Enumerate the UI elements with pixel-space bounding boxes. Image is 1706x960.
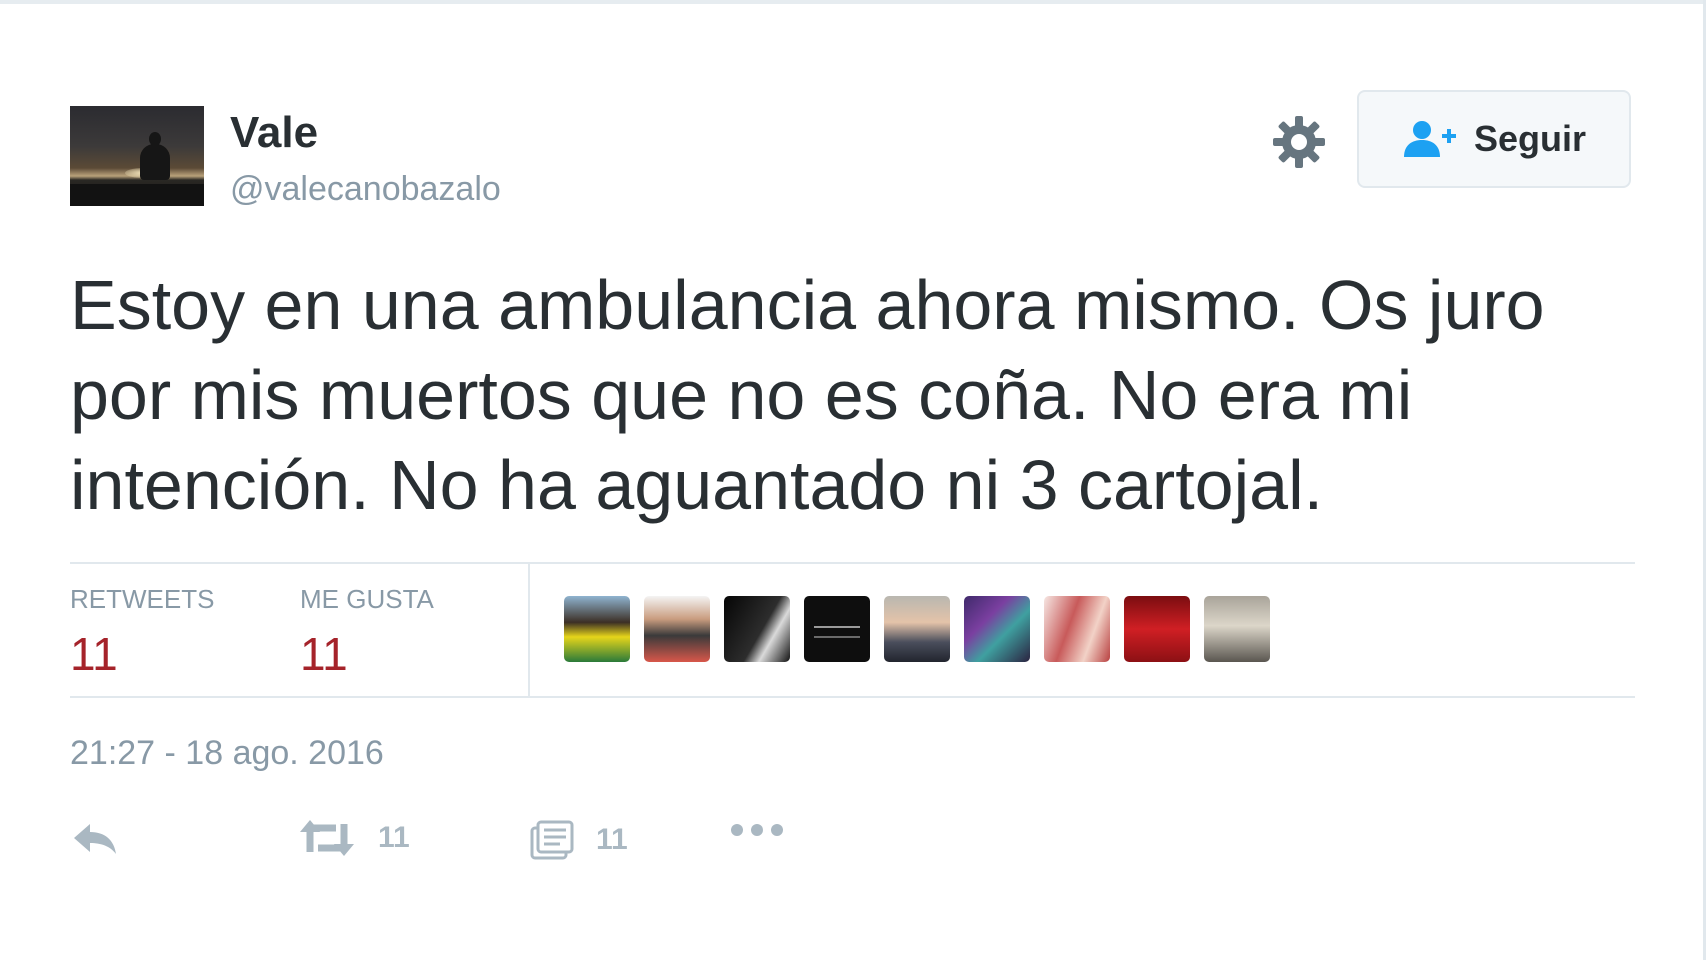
follow-button[interactable]: Seguir xyxy=(1357,90,1631,188)
liker-avatar[interactable] xyxy=(724,596,790,662)
liker-avatar[interactable] xyxy=(804,596,870,662)
more-icon xyxy=(731,824,783,836)
retweets-stat[interactable]: RETWEETS 11 xyxy=(70,584,214,681)
liker-avatar[interactable] xyxy=(1204,596,1270,662)
liker-avatar[interactable] xyxy=(1044,596,1110,662)
tweet-card: Vale @valecanobazalo Seguir Estoy en una… xyxy=(70,0,1635,960)
user-handle[interactable]: @valecanobazalo xyxy=(230,170,501,209)
liker-avatar[interactable] xyxy=(644,596,710,662)
liker-avatar[interactable] xyxy=(1124,596,1190,662)
likes-stat[interactable]: ME GUSTA 11 xyxy=(300,584,434,681)
retweets-label: RETWEETS xyxy=(70,584,215,614)
avatar[interactable] xyxy=(70,106,204,206)
avatar-figure-body xyxy=(140,144,170,180)
reply-button[interactable] xyxy=(70,818,120,858)
follow-button-label: Seguir xyxy=(1473,118,1587,159)
liker-avatar[interactable] xyxy=(564,596,630,662)
likes-label: ME GUSTA xyxy=(300,584,434,614)
avatar-ground xyxy=(70,184,204,206)
tweet-stats: RETWEETS 11 ME GUSTA 11 xyxy=(70,562,1635,698)
gear-icon[interactable] xyxy=(1270,113,1328,171)
more-button[interactable] xyxy=(730,820,784,840)
like-button[interactable]: 11 xyxy=(530,818,628,862)
tweet-timestamp[interactable]: 21:27 - 18 ago. 2016 xyxy=(70,734,384,773)
stats-divider xyxy=(528,564,530,696)
follow-person-plus-icon xyxy=(1402,119,1458,159)
retweet-count: 11 xyxy=(378,821,410,854)
retweets-count: 11 xyxy=(70,628,118,680)
likes-count: 11 xyxy=(300,628,348,680)
retweet-button[interactable]: 11 xyxy=(298,818,410,858)
like-icon xyxy=(530,820,574,860)
user-name[interactable]: Vale xyxy=(230,108,318,158)
liker-avatars xyxy=(564,596,1270,662)
tweet-text: Estoy en una ambulancia ahora mismo. Os … xyxy=(70,266,1545,524)
liker-avatar[interactable] xyxy=(964,596,1030,662)
retweet-icon xyxy=(300,820,354,856)
reply-icon xyxy=(74,824,116,854)
liker-avatar[interactable] xyxy=(884,596,950,662)
like-count: 11 xyxy=(596,823,628,856)
